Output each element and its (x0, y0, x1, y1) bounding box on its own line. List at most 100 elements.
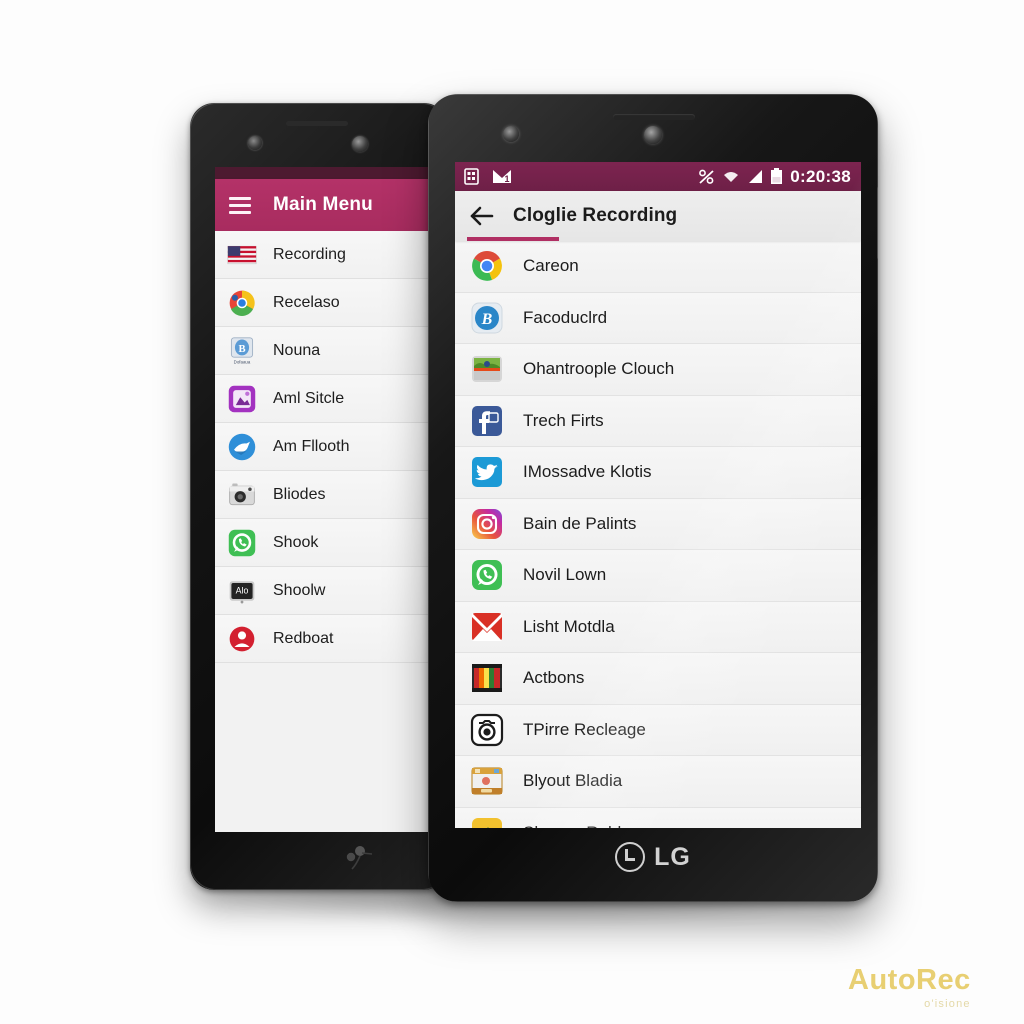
list-item[interactable]: Lisht Motdla (455, 601, 861, 653)
svg-text:Alo: Alo (236, 585, 249, 595)
list-item-label: Ohantroople Clouch (523, 359, 675, 379)
list-item[interactable]: Careon (455, 241, 861, 293)
gallery-landscape-icon (469, 351, 505, 387)
color-stripes-icon (469, 660, 505, 696)
list-item-label: Blyout Bladia (523, 771, 623, 791)
left-menu-item[interactable]: Alo Shoolw (215, 567, 445, 615)
left-menu-item-label: Aml Sitcle (273, 389, 345, 407)
left-menu-item[interactable]: Bliodes (215, 471, 445, 519)
earpiece-speaker (613, 114, 695, 120)
list-item-label: Careon (523, 256, 579, 276)
power-button[interactable] (877, 186, 878, 260)
status-clock: 0:20:38 (790, 166, 851, 186)
left-phone-device: Main Menu Recording Recelaso B Dofaaua Nouna… (190, 103, 448, 890)
left-menu-item[interactable]: Am Fllooth (215, 423, 445, 471)
home-decoration-icon (346, 846, 373, 870)
right-toolbar: Cloglie Recording (455, 191, 861, 241)
lg-wordmark: LG (654, 842, 691, 871)
svg-text:1: 1 (505, 174, 510, 184)
blue-b-app-icon: B Dofaaua (225, 336, 259, 366)
hamburger-icon[interactable] (229, 196, 251, 214)
watermark-subtitle: o'isione (924, 998, 971, 1010)
left-menu-list: Recording Recelaso B Dofaaua Nouna Aml Sitcle… (215, 231, 445, 663)
red-x-mail-icon (469, 609, 505, 645)
watermark-title: AutoRec (848, 964, 971, 996)
blue-bird-icon (225, 432, 259, 462)
proximity-sensor-icon (503, 126, 519, 142)
left-menu-item[interactable]: Recelaso (215, 279, 445, 327)
instagram-icon (469, 506, 505, 542)
left-menu-item[interactable]: Aml Sitcle (215, 375, 445, 423)
list-item-label: IMossadve Klotis (523, 462, 652, 482)
left-menu-item[interactable]: B Dofaaua Nouna (215, 327, 445, 375)
right-status-bar: 1 0:20:38 (455, 162, 861, 191)
mail-m1-icon: 1 (493, 169, 511, 184)
left-menu-item-label: Shook (273, 533, 319, 551)
front-camera-icon (352, 136, 368, 152)
earpiece-speaker (286, 121, 348, 126)
left-menu-item-label: Shoolw (273, 581, 326, 599)
left-menu-item-label: Recording (273, 245, 346, 263)
purple-square-icon (225, 384, 259, 414)
front-camera-icon (644, 126, 662, 144)
twitter-icon (469, 454, 505, 490)
list-item[interactable]: Actbons (455, 653, 861, 705)
list-item[interactable]: Fm Shome, Rubla (455, 807, 861, 828)
calendar-app-icon (469, 763, 505, 799)
left-phone-screen: Main Menu Recording Recelaso B Dofaaua Nouna… (215, 167, 445, 832)
left-menu-item-label: Am Fllooth (273, 437, 350, 455)
left-status-bar (215, 167, 445, 179)
red-person-icon (225, 624, 259, 654)
list-item-label: Novil Lown (523, 565, 607, 585)
list-item[interactable]: B Facoduclrd (455, 292, 861, 344)
scene-root: Main Menu Recording Recelaso B Dofaaua Nouna… (0, 0, 1024, 1024)
sim-card-icon (464, 168, 479, 185)
facebook-icon (469, 403, 505, 439)
list-item[interactable]: Bain de Palints (455, 498, 861, 550)
signal-icon (749, 170, 763, 183)
left-menu-item[interactable]: Recording (215, 231, 445, 279)
lg-brand-logo: LG (428, 842, 878, 872)
right-app-list: Careon B Facoduclrd Ohantroople Clouch Trech… (455, 241, 861, 828)
list-item[interactable]: Ohantroople Clouch (455, 344, 861, 396)
silver-camera-icon (225, 480, 259, 510)
alo-dark-icon: Alo (225, 576, 259, 606)
chrome-icon (469, 248, 505, 284)
yellow-fm-icon: Fm (469, 815, 505, 828)
left-menu-item-label: Bliodes (273, 485, 326, 503)
tab-indicator (467, 237, 559, 241)
mute-percent-icon (699, 169, 714, 184)
list-item-label: Trech Firts (523, 410, 604, 430)
list-item-label: Bain de Palints (523, 513, 637, 533)
svg-text:B: B (238, 343, 245, 354)
battery-icon (771, 168, 783, 184)
lg-mark-icon (615, 842, 646, 872)
svg-text:B: B (481, 311, 493, 328)
list-item[interactable]: Blyout Bladia (455, 756, 861, 808)
whatsapp-icon (469, 557, 505, 593)
left-app-bar: Main Menu (215, 179, 445, 231)
left-menu-item-label: Redboat (273, 629, 334, 647)
list-item[interactable]: Novil Lown (455, 550, 861, 602)
svg-text:Dofaaua: Dofaaua (234, 359, 251, 364)
list-item-label: TPirre Recleage (523, 719, 646, 739)
left-menu-item-label: Recelaso (273, 293, 340, 311)
list-item[interactable]: Trech Firts (455, 395, 861, 447)
left-menu-item[interactable]: Redboat (215, 615, 445, 663)
wifi-icon (724, 172, 739, 182)
list-item[interactable]: IMossadve Klotis (455, 447, 861, 499)
proximity-sensor-icon (248, 136, 262, 150)
right-phone-screen: 1 0:20:38 Cloglie Recording Careon B Fac… (455, 162, 861, 828)
watermark: AutoRec o'isione (848, 964, 971, 1011)
list-item-label: Actbons (523, 668, 585, 688)
us-flag-icon (225, 240, 259, 270)
whatsapp-icon (225, 528, 259, 558)
back-arrow-icon[interactable] (469, 203, 495, 229)
list-item-label: Facoduclrd (523, 307, 608, 327)
left-appbar-title: Main Menu (273, 194, 373, 215)
left-menu-item[interactable]: Shook (215, 519, 445, 567)
list-item[interactable]: TPirre Recleage (455, 704, 861, 756)
toolbar-title: Cloglie Recording (513, 205, 678, 226)
right-phone-device: 1 0:20:38 Cloglie Recording Careon B Fac… (428, 94, 878, 902)
blue-b-circle-icon: B (469, 300, 505, 336)
